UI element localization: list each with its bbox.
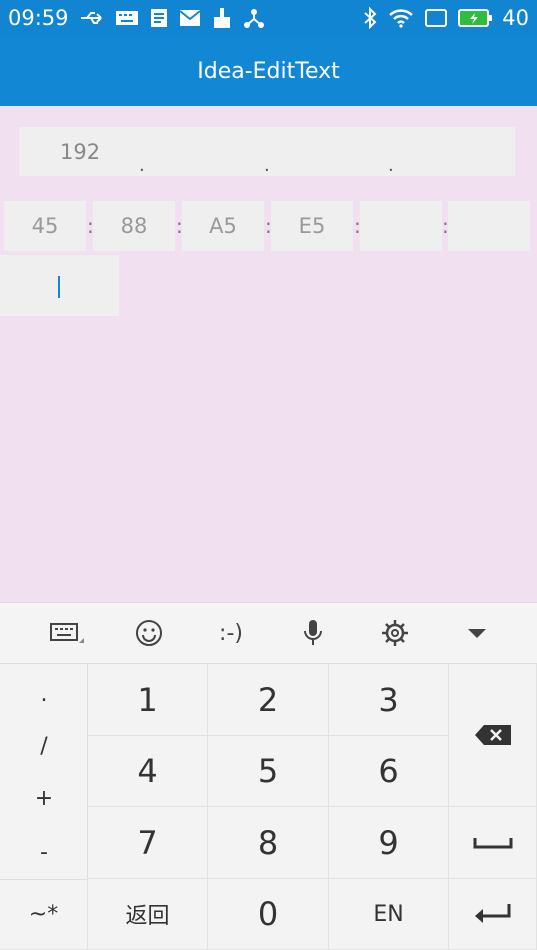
mac-segment-input[interactable]: A5 — [182, 201, 264, 251]
mac-segment-input[interactable]: E5 — [271, 201, 353, 251]
digit-key-6[interactable]: 6 — [329, 736, 449, 807]
text-input-focused[interactable] — [0, 255, 119, 316]
battery-level: 40 — [502, 6, 529, 30]
keyboard-switch-icon[interactable] — [26, 621, 108, 645]
collapse-icon[interactable] — [436, 626, 518, 640]
backspace-icon[interactable] — [449, 664, 537, 807]
ip-separator: . — [388, 155, 394, 176]
symbol-key[interactable]: / — [0, 734, 88, 759]
emoticon-button[interactable]: :-) — [190, 621, 272, 646]
symbol-key[interactable]: . — [0, 682, 88, 707]
symbols-key[interactable]: ~* — [0, 879, 88, 950]
settings-icon[interactable] — [354, 619, 436, 647]
mac-segment-input[interactable] — [360, 201, 442, 251]
screen-icon — [424, 8, 448, 28]
digit-key-5[interactable]: 5 — [208, 736, 329, 807]
emoji-icon[interactable] — [108, 619, 190, 647]
digit-key-0[interactable]: 0 — [208, 879, 329, 950]
digit-key-2[interactable]: 2 — [208, 664, 329, 736]
digit-key-4[interactable]: 4 — [88, 736, 208, 807]
digit-key-8[interactable]: 8 — [208, 807, 329, 879]
ip-address-input[interactable]: 192 . . . — [19, 127, 515, 176]
mac-segment-input[interactable] — [448, 201, 530, 251]
keyboard-icon — [115, 9, 139, 27]
usb-icon — [79, 10, 105, 26]
app-title: Idea-EditText — [197, 58, 340, 84]
document-icon — [149, 8, 169, 28]
app-bar: Idea-EditText — [0, 36, 537, 106]
digit-key-3[interactable]: 3 — [329, 664, 449, 736]
digit-key-9[interactable]: 9 — [329, 807, 449, 879]
ip-separator: . — [264, 155, 270, 176]
bluetooth-icon — [362, 7, 378, 29]
status-time: 09:59 — [8, 6, 69, 30]
ip-segment-1: 192 — [60, 140, 101, 164]
mail-icon — [178, 9, 201, 27]
numeric-keyboard: . / + - 1 2 3 4 5 6 7 8 9 ~* 返回 0 EN — [0, 664, 537, 950]
digit-key-1[interactable]: 1 — [88, 664, 208, 736]
cleaner-icon — [211, 7, 233, 29]
symbol-key[interactable]: + — [0, 786, 88, 811]
mac-segment-input[interactable]: 45 — [4, 201, 86, 251]
ip-separator: . — [139, 155, 145, 176]
symbol-column: . / + - — [0, 664, 88, 879]
battery-icon — [458, 8, 493, 28]
space-icon[interactable] — [449, 807, 537, 879]
content-area: 192 . . . 45 : 88 : A5 : E5 : : — [0, 106, 537, 602]
keyboard-toolbar: :-) — [0, 602, 537, 664]
back-key[interactable]: 返回 — [88, 879, 208, 950]
language-key[interactable]: EN — [329, 879, 449, 950]
wifi-icon — [388, 8, 414, 28]
network-icon — [243, 7, 265, 29]
text-cursor — [58, 276, 60, 298]
mic-icon[interactable] — [272, 619, 354, 647]
enter-icon[interactable] — [449, 879, 537, 950]
symbol-key[interactable]: - — [0, 840, 88, 865]
mac-segment-input[interactable]: 88 — [93, 201, 175, 251]
digit-key-7[interactable]: 7 — [88, 807, 208, 879]
status-bar: 09:59 40 — [0, 0, 537, 36]
